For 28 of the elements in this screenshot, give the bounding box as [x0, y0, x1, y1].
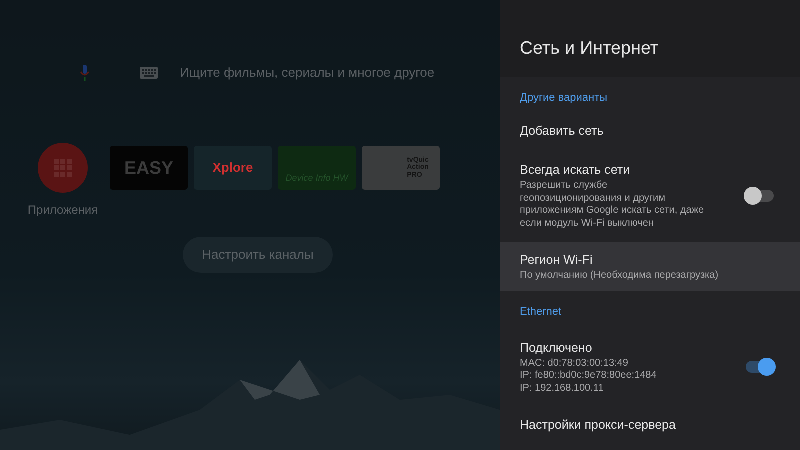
settings-item[interactable]: Подключено MAC: d0:78:03:00:13:49 IP: fe80::bd0c:9e78:80ee:1484 IP: 192.168.100.11 — [500, 326, 800, 407]
item-subtitle: Разрешить службе геопозиционирования и другим приложениям Google искать сети, даже если модуль Wi-Fi выключен — [520, 180, 705, 230]
channels-button[interactable]: Настроить каналы — [183, 237, 333, 273]
toggle-switch[interactable] — [746, 360, 774, 373]
settings-item[interactable]: Добавить сеть — [500, 112, 800, 150]
item-title: Регион Wi-Fi — [520, 252, 594, 269]
settings-item[interactable]: Всегда искать сети Разрешить службе геопозиционирования и другим приложениям Google искать сети, даже если модуль Wi-Fi выключен — [500, 149, 800, 242]
apps-label: Приложения — [28, 202, 98, 219]
section-header: Другие варианты — [519, 91, 609, 106]
item-subtitle: IP: fe80::bd0c:9e78:80ee:1484 — [520, 370, 658, 382]
section-header: Ethernet — [519, 305, 563, 320]
settings-item[interactable]: Настройки прокси-сервера — [500, 407, 800, 444]
toggle-switch[interactable] — [746, 190, 774, 202]
search-field[interactable]: Ищите фильмы, сериалы и многое другое — [180, 62, 435, 82]
item-subtitle: По умолчанию (Необходима перезагрузка) — [520, 270, 720, 282]
item-title: Всегда искать сети — [520, 162, 632, 180]
item-subtitle: MAC: d0:78:03:00:13:49 — [520, 358, 630, 370]
app-logo-text: Xplore — [212, 161, 254, 175]
settings-item[interactable]: Регион Wi-Fi По умолчанию (Необходима перезагрузка) — [500, 242, 800, 292]
item-title: Настройки прокси-сервера — [520, 417, 677, 434]
app-tile[interactable]: Xplore — [194, 146, 272, 190]
panel-title: Сеть и Интернет — [500, 0, 800, 77]
apps-button[interactable] — [38, 143, 88, 193]
item-title: Подключено — [520, 340, 594, 357]
item-subtitle: IP: 192.168.100.11 — [520, 382, 605, 395]
microphone-icon[interactable] — [80, 64, 90, 80]
item-title: Добавить сеть — [520, 122, 605, 140]
keyboard-icon[interactable] — [140, 66, 158, 78]
